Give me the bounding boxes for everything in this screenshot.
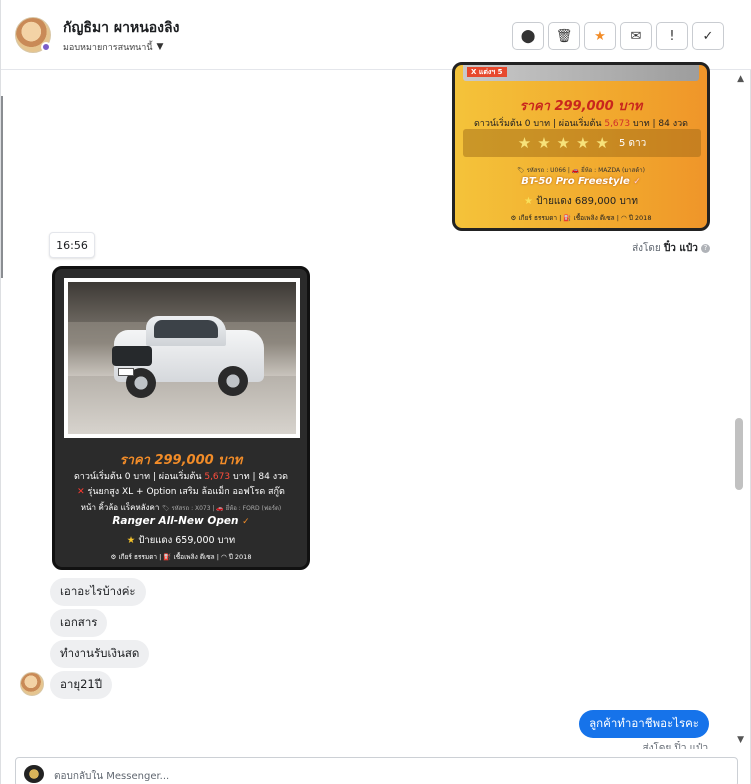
assign-label: มอบหมายการสนทนานี้ — [63, 43, 153, 53]
card-price: ราคา 299,000 บาท — [119, 453, 243, 468]
star-icon: ★ — [523, 196, 533, 207]
card-code-line: 🏷 รหัสรถ : U066 | 🚗 ยี่ห้อ : MAZDA (มาสด… — [517, 167, 645, 174]
star-icon: ★ — [595, 134, 609, 152]
verified-icon: ✓ — [242, 517, 250, 527]
reply-input[interactable]: ตอบกลับใน Messenger... — [54, 769, 169, 784]
card-finance: ดาวน์เริ่มต้น 0 บาท | ผ่อนเริ่มต้น 5,673… — [73, 472, 289, 482]
message-bubble-in[interactable]: เอกสาร — [50, 609, 108, 637]
card-red-plate-price: ★ ป้ายแดง 689,000 บาท — [523, 196, 639, 207]
messenger-badge-icon — [41, 42, 51, 52]
card-features-2: หน้า คิ้วล้อ แร็คหลังคา 🏷 รหัสรถ : X073 … — [80, 503, 282, 512]
trash-icon: 🗑 — [555, 28, 573, 44]
star-icon: ★ — [556, 134, 571, 152]
spam-button[interactable]: ⬤ — [512, 22, 544, 50]
x-mark-icon: ✕ — [77, 487, 85, 497]
card-finance: ดาวน์เริ่มต้น 0 บาท | ผ่อนเริ่มต้น 5,673… — [473, 119, 689, 129]
rating-stars: ★ ★ ★ ★ ★ 5 ดาว — [463, 129, 701, 157]
message-bubble-in[interactable]: อายุ21ปี — [50, 671, 113, 699]
help-icon[interactable]: ? — [701, 243, 710, 253]
conversation-header: กัญธิมา ผาหนองลิง มอบหมายการสนทนานี้ ▼ ⬤… — [1, 0, 751, 70]
message-bubble-in[interactable]: เอาอะไรบ้างค่ะ — [50, 578, 146, 606]
scroll-down-arrow-icon[interactable]: ▼ — [737, 735, 744, 745]
mark-unread-button[interactable]: ✉ — [620, 22, 652, 50]
timestamp-chip: 16:56 — [49, 232, 95, 258]
exclamation-icon: ! — [669, 28, 675, 44]
contact-avatar[interactable] — [15, 17, 51, 53]
header-actions: ⬤ 🗑 ★ ✉ ! ✓ — [512, 22, 724, 50]
contact-avatar-small — [20, 672, 44, 696]
scrollbar-thumb[interactable] — [735, 418, 743, 490]
envelope-icon: ✉ — [630, 28, 642, 44]
card-model: BT-50 Pro Freestyle ✓ — [521, 176, 641, 187]
inbox-conversation: กัญธิมา ผาหนองลิง มอบหมายการสนทนานี้ ▼ ⬤… — [0, 0, 751, 784]
follow-up-button[interactable]: ! — [656, 22, 688, 50]
message-bubble-out[interactable]: ลูกค้าทำอาชีพอะไรคะ — [579, 710, 709, 738]
sent-by-label: ส่งโดย ปิ๋ว แป๋ว ? — [632, 241, 710, 256]
rating-label: 5 ดาว — [619, 137, 647, 149]
scroll-up-arrow-icon[interactable]: ▲ — [737, 74, 744, 84]
check-icon: ✓ — [702, 28, 714, 44]
star-button[interactable]: ★ — [584, 22, 616, 50]
left-divider — [1, 96, 3, 278]
message-bubble-in[interactable]: ทำงานรับเงินสด — [50, 640, 150, 668]
assign-conversation-dropdown[interactable]: มอบหมายการสนทนานี้ ▼ — [63, 40, 163, 54]
star-icon: ★ — [537, 134, 551, 152]
license-plate — [118, 368, 134, 376]
star-icon: ★ — [517, 134, 532, 152]
done-button[interactable]: ✓ — [692, 22, 724, 50]
contact-name[interactable]: กัญธิมา ผาหนองลิง — [63, 17, 179, 39]
reply-composer[interactable]: ตอบกลับใน Messenger... — [15, 757, 738, 784]
photo-tag: X แต่งฯ 5 — [467, 67, 507, 77]
car-photo: X แต่งฯ 5 — [463, 65, 699, 81]
star-icon: ★ — [594, 28, 606, 44]
card-specs: ⚙ เกียร์ ธรรมดา | ⛽ เชื้อเพลิง ดีเซล | ◠… — [510, 214, 652, 222]
car-photo — [64, 278, 300, 438]
sent-by-label-partial: ส่งโดย ปิ๋ว แป๋ว — [642, 743, 708, 749]
page-avatar — [24, 765, 44, 783]
card-features: ✕ รุ่นยกสูง XL + Option เสริม ล้อแม็ก ออ… — [77, 487, 285, 497]
verified-icon: ✓ — [633, 177, 641, 187]
card-model: Ranger All-New Open ✓ — [112, 515, 250, 527]
card-specs: ⚙ เกียร์ ธรรมดา | ⛽ เชื้อเพลิง ดีเซล | ◠… — [110, 553, 252, 561]
chevron-down-icon: ▼ — [156, 42, 164, 52]
alert-circle-icon: ⬤ — [520, 28, 536, 44]
delete-button[interactable]: 🗑 — [548, 22, 580, 50]
star-icon: ★ — [576, 134, 590, 152]
car-listing-card-ford[interactable]: ราคา 299,000 บาท ดาวน์เริ่มต้น 0 บาท | ผ… — [52, 266, 310, 570]
car-listing-card-mazda[interactable]: X แต่งฯ 5 ราคา 299,000 บาท ดาวน์เริ่มต้น… — [452, 62, 710, 231]
star-icon: ★ — [126, 535, 136, 546]
card-red-plate-price: ★ ป้ายแดง 659,000 บาท — [126, 535, 236, 546]
card-price: ราคา 299,000 บาท — [519, 99, 643, 114]
